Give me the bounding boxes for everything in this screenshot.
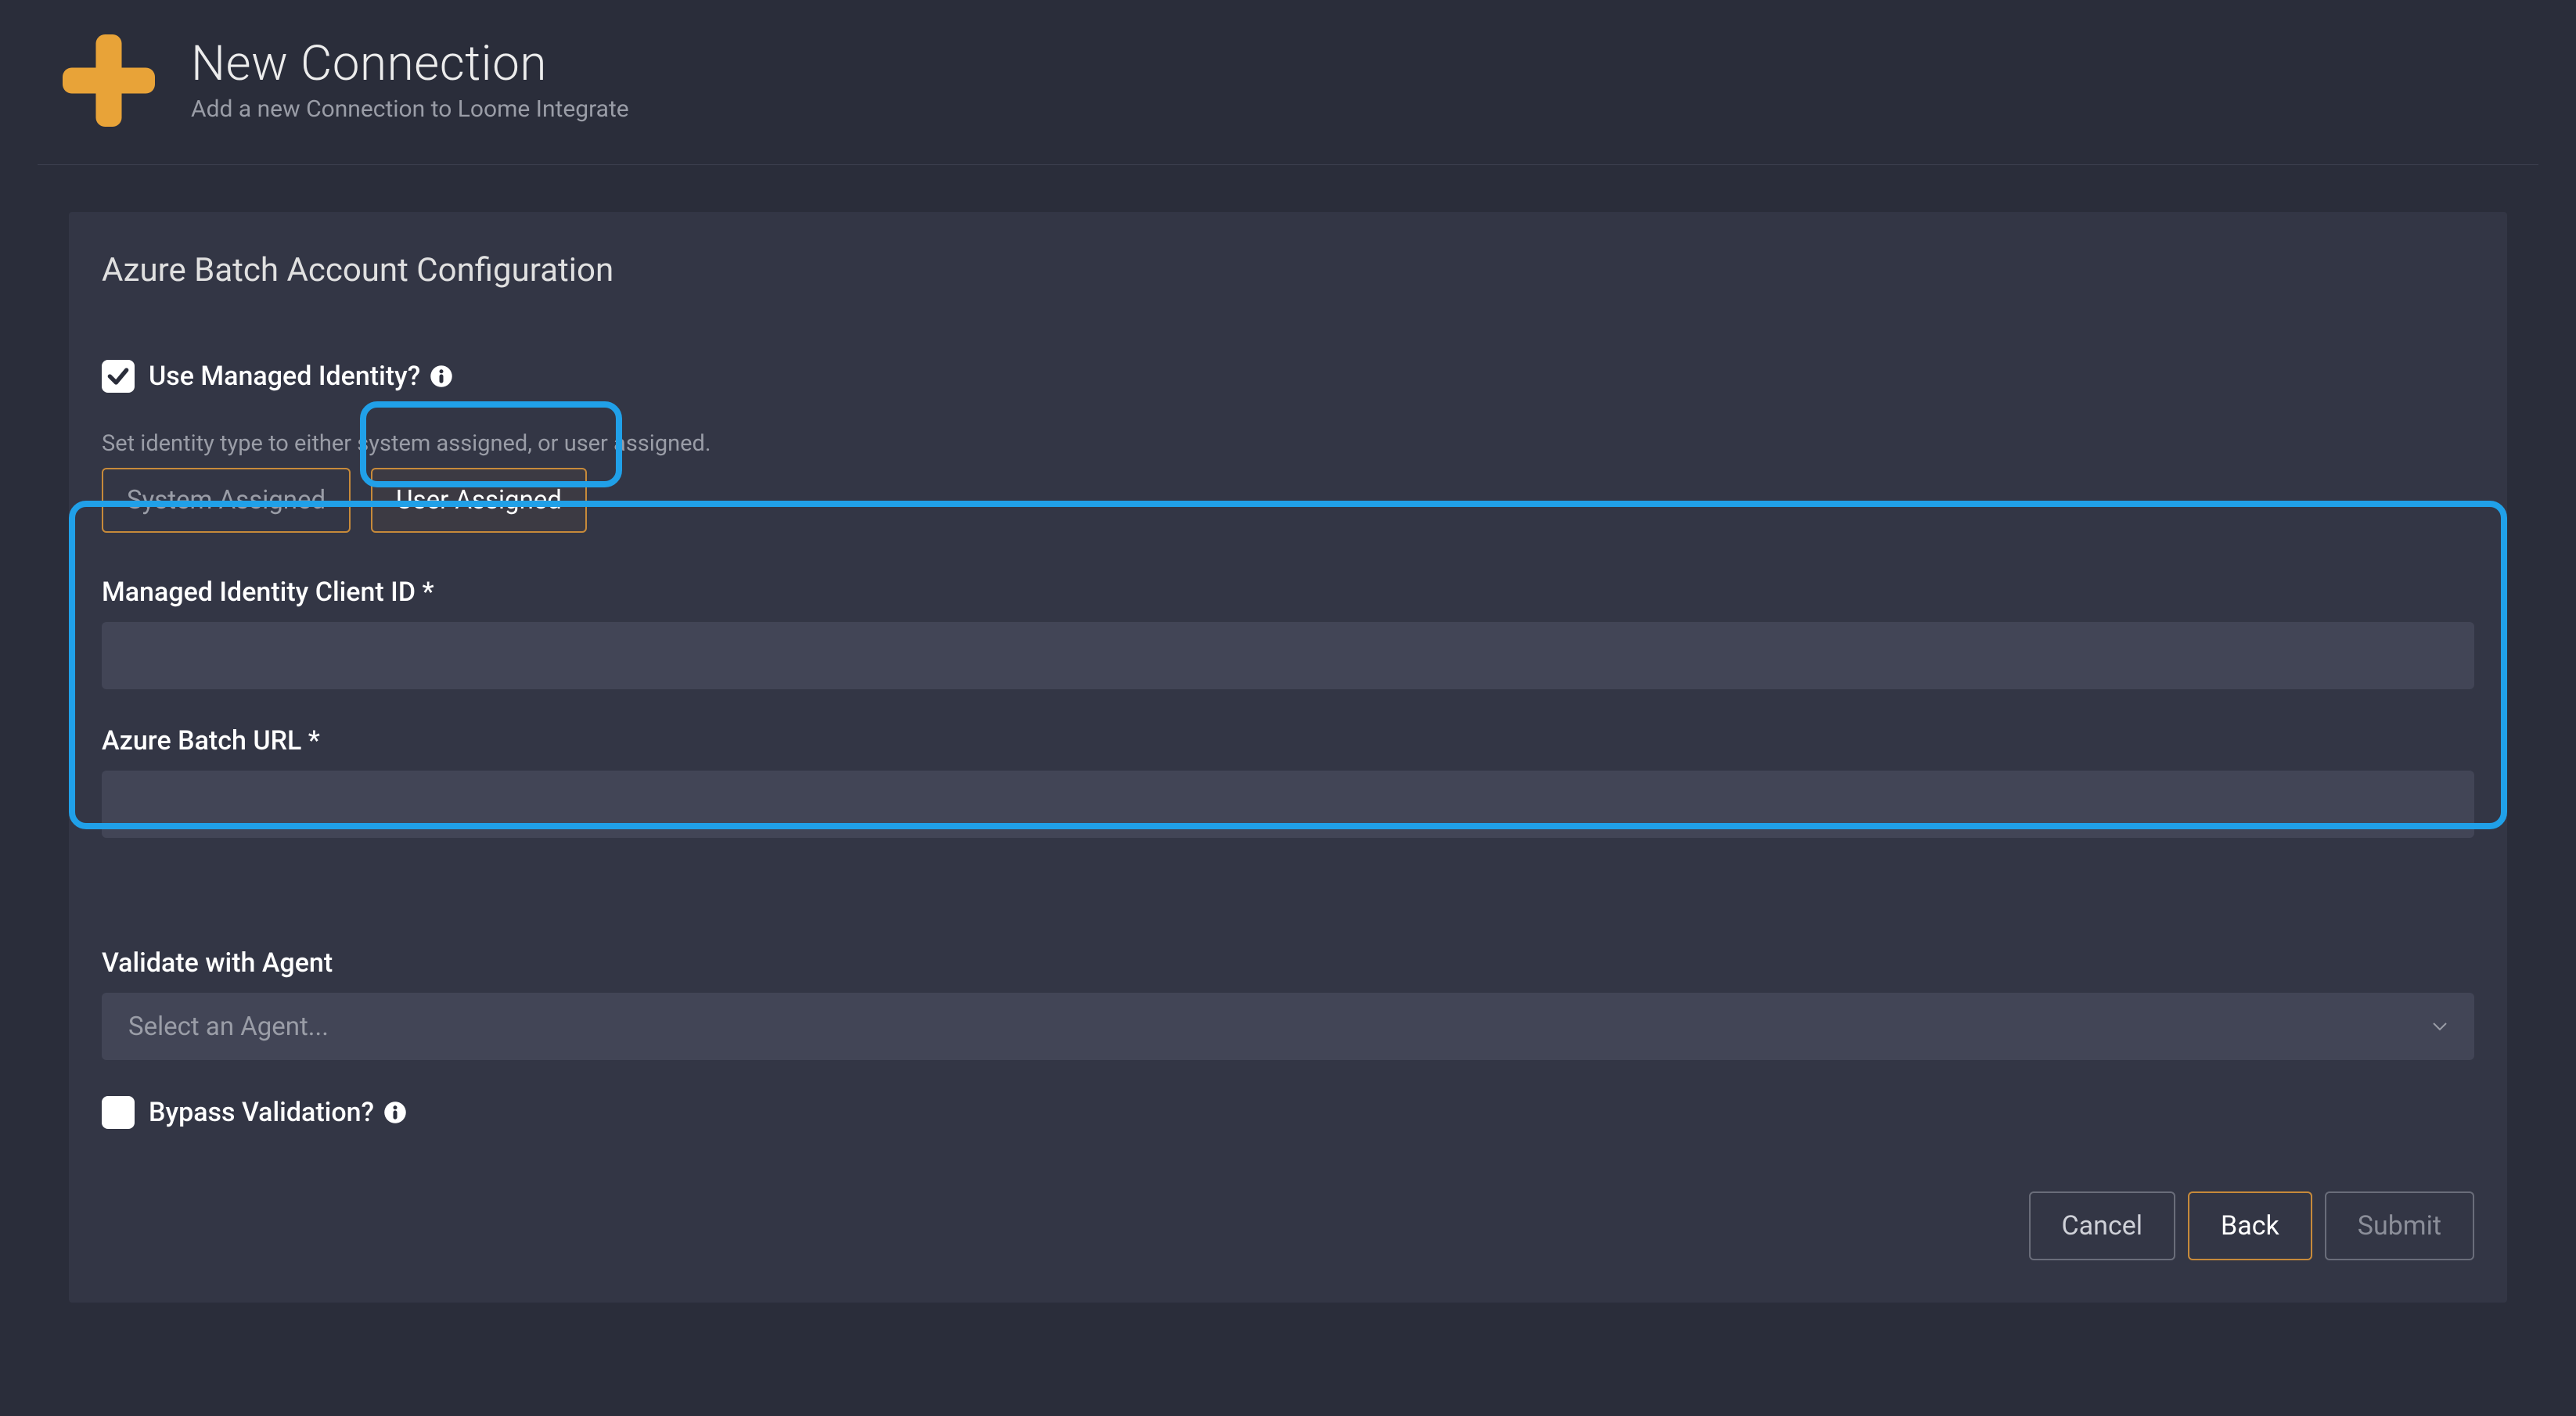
validate-agent-select[interactable]: Select an Agent... — [102, 993, 2474, 1060]
info-icon[interactable] — [383, 1101, 407, 1124]
back-button[interactable]: Back — [2188, 1191, 2312, 1260]
validate-agent-label: Validate with Agent — [102, 947, 2474, 979]
use-managed-identity-row: Use Managed Identity? — [102, 360, 2474, 393]
use-managed-identity-checkbox[interactable] — [102, 360, 135, 393]
bypass-validation-checkbox[interactable] — [102, 1096, 135, 1129]
page-title: New Connection — [191, 38, 629, 89]
card-title: Azure Batch Account Configuration — [102, 251, 2474, 289]
bypass-validation-row: Bypass Validation? — [102, 1096, 2474, 1129]
system-assigned-button[interactable]: System Assigned — [102, 468, 351, 533]
batch-url-group: Azure Batch URL * — [102, 725, 2474, 838]
use-managed-identity-label: Use Managed Identity? — [149, 361, 453, 392]
batch-url-input[interactable] — [102, 771, 2474, 838]
client-id-input[interactable] — [102, 622, 2474, 689]
bypass-validation-label: Bypass Validation? — [149, 1097, 407, 1128]
highlight-wrap: System Assigned User Assigned Managed Id… — [102, 407, 2474, 838]
client-id-label: Managed Identity Client ID * — [102, 577, 2474, 608]
user-assigned-button[interactable]: User Assigned — [371, 468, 587, 533]
info-icon[interactable] — [430, 365, 453, 388]
header-text: New Connection Add a new Connection to L… — [191, 38, 629, 123]
validate-section: Validate with Agent Select an Agent... B… — [102, 947, 2474, 1129]
plus-icon — [63, 34, 155, 127]
batch-url-label: Azure Batch URL * — [102, 725, 2474, 757]
header-divider — [38, 164, 2538, 165]
cancel-button[interactable]: Cancel — [2029, 1191, 2176, 1260]
identity-toggle-group: System Assigned User Assigned — [102, 468, 2474, 533]
validate-agent-group: Validate with Agent Select an Agent... — [102, 947, 2474, 1060]
config-card: Azure Batch Account Configuration Use Ma… — [69, 212, 2507, 1303]
submit-button[interactable]: Submit — [2325, 1191, 2474, 1260]
form-body: Managed Identity Client ID * Azure Batch… — [102, 533, 2474, 838]
client-id-group: Managed Identity Client ID * — [102, 577, 2474, 689]
button-row: Cancel Back Submit — [102, 1191, 2474, 1260]
page-subtitle: Add a new Connection to Loome Integrate — [191, 95, 629, 123]
page-header: New Connection Add a new Connection to L… — [0, 0, 2576, 164]
